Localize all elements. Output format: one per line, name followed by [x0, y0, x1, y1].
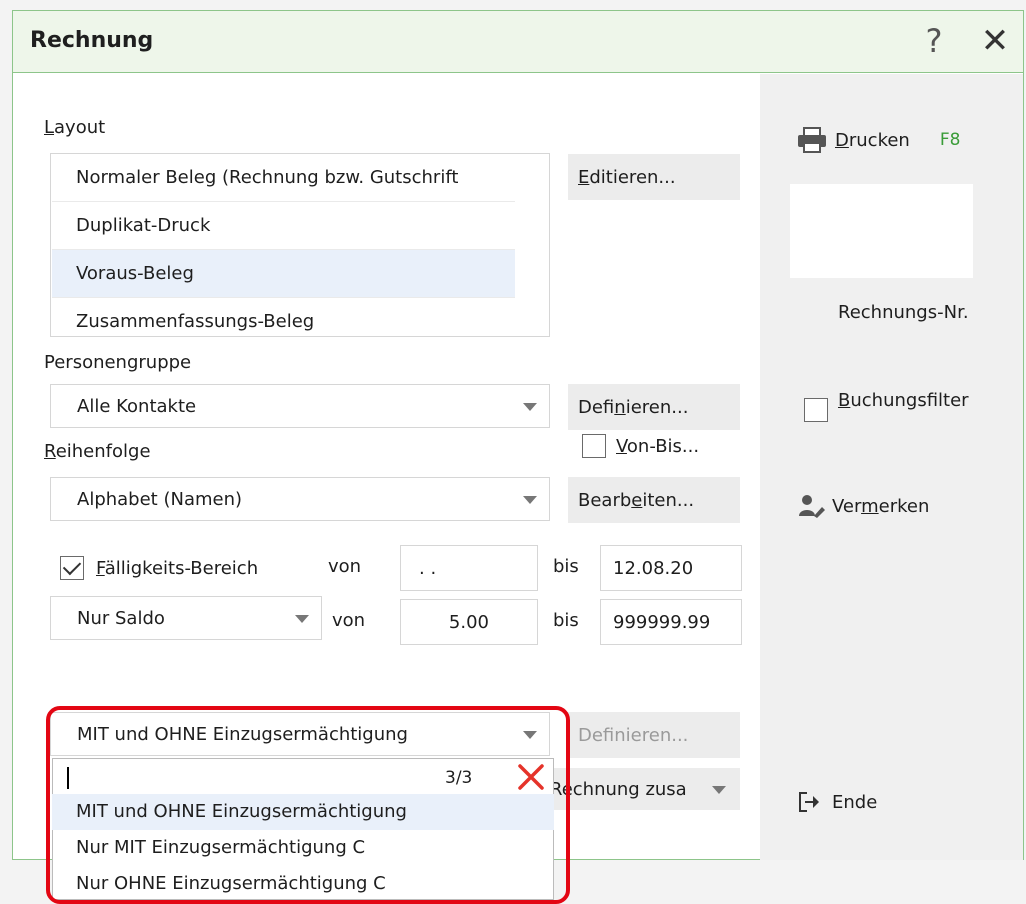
- title-bar: [13, 11, 1023, 73]
- due-range-box[interactable]: [60, 556, 84, 580]
- dropdown-search-input[interactable]: [59, 761, 461, 795]
- order-value: Alphabet (Namen): [77, 488, 243, 510]
- chevron-down-icon: [295, 615, 309, 623]
- window-title: Rechnung: [30, 28, 154, 53]
- order-label: Reihenfolge: [44, 441, 151, 462]
- note-button[interactable]: Vermerken: [798, 488, 1018, 524]
- von-bis-label: Von-Bis...: [616, 435, 700, 457]
- list-item[interactable]: Normaler Beleg (Rechnung bzw. Gutschrift: [52, 154, 515, 202]
- define-group-button[interactable]: Defi n ieren...: [568, 384, 740, 430]
- user-edit-icon: [799, 495, 825, 518]
- person-group-value: Alle Kontakte: [77, 395, 197, 417]
- dropdown-option[interactable]: MIT und OHNE Einzugsermächtigung: [52, 794, 554, 830]
- note-label: Vermerken: [832, 495, 930, 517]
- list-item[interactable]: Duplikat-Druck: [52, 202, 515, 250]
- von-bis-box[interactable]: [582, 434, 606, 458]
- direct-debit-value: MIT und OHNE Einzugsermächtigung: [77, 723, 408, 745]
- invoice-number-label: Rechnungs-Nr.: [838, 302, 969, 323]
- amount-to-label: bis: [553, 610, 579, 631]
- clear-icon[interactable]: [516, 762, 546, 792]
- direct-debit-select[interactable]: MIT und OHNE Einzugsermächtigung: [50, 712, 550, 756]
- person-group-select[interactable]: Alle Kontakte: [50, 384, 550, 428]
- edit-order-button[interactable]: Bearb e iten...: [568, 477, 740, 523]
- chevron-down-icon: [712, 786, 726, 794]
- invoice-summary-select[interactable]: Rechnung zusa: [550, 768, 740, 810]
- exit-icon: [799, 792, 819, 812]
- balance-select[interactable]: Nur Saldo: [50, 596, 322, 640]
- dropdown-option[interactable]: Nur MIT Einzugsermächtigung C: [52, 830, 554, 866]
- due-to-input[interactable]: 12.08.20: [600, 545, 742, 591]
- amount-from-label: von: [332, 610, 366, 631]
- print-button[interactable]: Drucken F8: [797, 122, 997, 158]
- booking-filter-checkbox[interactable]: Buchungsfilter: [804, 390, 1024, 424]
- dropdown-option[interactable]: Nur OHNE Einzugsermächtigung C: [52, 866, 554, 902]
- chevron-down-icon: [523, 731, 537, 739]
- invoice-number-display: [790, 184, 973, 278]
- balance-value: Nur Saldo: [77, 607, 165, 629]
- order-select[interactable]: Alphabet (Namen): [50, 477, 550, 521]
- due-from-input[interactable]: . .: [400, 545, 538, 591]
- text-caret: [67, 767, 69, 789]
- chevron-down-icon: [523, 403, 537, 411]
- print-shortcut: F8: [939, 130, 961, 150]
- person-group-label: Personengruppe: [44, 352, 192, 373]
- print-label: Drucken: [835, 129, 910, 151]
- help-button[interactable]: ?: [914, 18, 954, 64]
- chevron-down-icon: [523, 496, 537, 504]
- invoice-summary-value: Rechnung zusa: [550, 778, 687, 800]
- list-item[interactable]: Voraus-Beleg: [52, 250, 515, 298]
- von-bis-checkbox[interactable]: Von-Bis...: [582, 429, 752, 463]
- dropdown-match-count: 3/3: [445, 768, 473, 788]
- end-label: Ende: [832, 791, 878, 813]
- layout-label: Layout: [44, 117, 106, 138]
- due-from-label: von: [328, 556, 362, 577]
- printer-icon: [798, 127, 826, 153]
- amount-to-input[interactable]: 999999.99: [600, 599, 742, 645]
- booking-filter-box[interactable]: [804, 398, 828, 422]
- due-range-checkbox[interactable]: Fälligkeits-Bereich: [60, 552, 310, 584]
- amount-from-input[interactable]: 5.00: [400, 599, 538, 645]
- list-item[interactable]: Zusammenfassungs-Beleg: [52, 298, 515, 336]
- edit-layout-button[interactable]: Editieren...: [568, 154, 740, 200]
- define-debit-button[interactable]: Definieren...: [568, 712, 740, 758]
- booking-filter-label: Buchungsfilter: [838, 390, 969, 411]
- end-button[interactable]: Ende: [798, 784, 958, 820]
- due-to-label: bis: [553, 556, 579, 577]
- due-range-label: Fälligkeits-Bereich: [96, 557, 259, 579]
- close-button[interactable]: ✕: [972, 18, 1018, 64]
- layout-list[interactable]: Normaler Beleg (Rechnung bzw. Gutschrift…: [50, 153, 550, 337]
